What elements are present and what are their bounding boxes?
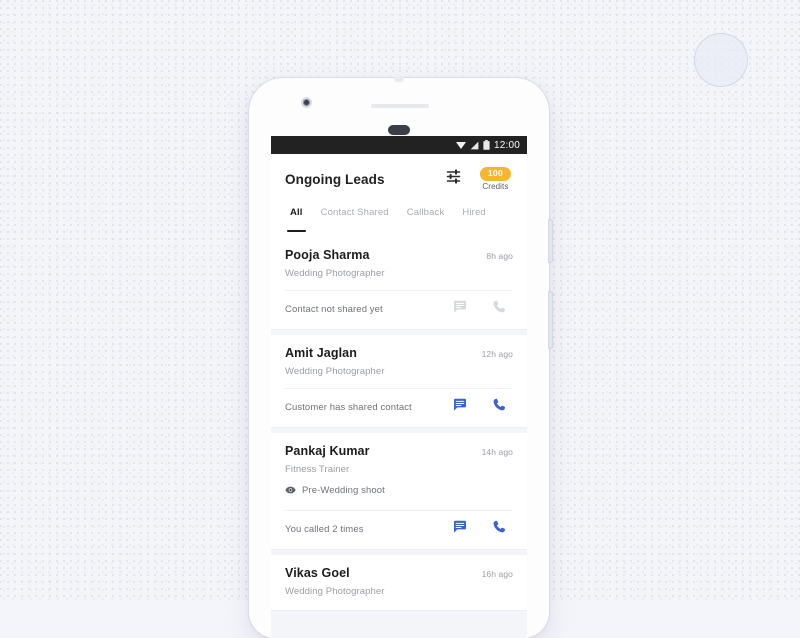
app-bar: Ongoing Leads 100 Credits [271, 154, 527, 204]
lead-role: Wedding Photographer [285, 586, 385, 597]
chat-bubble-icon [453, 520, 467, 539]
tab-all-label: All [290, 207, 303, 218]
lead-name: Pooja Sharma [285, 248, 370, 262]
phone-call-icon [493, 300, 507, 319]
lead-timestamp: 12h ago [481, 349, 513, 359]
lead-role: Wedding Photographer [285, 366, 385, 377]
decorative-circle [694, 33, 748, 87]
signal-icon [470, 141, 479, 150]
chat-button[interactable] [447, 398, 473, 417]
chat-bubble-icon [453, 300, 467, 319]
tab-callback-label: Callback [406, 207, 445, 218]
chat-button[interactable] [447, 300, 473, 319]
lead-role: Wedding Photographer [285, 268, 385, 279]
lead-action-row: You called 2 times [285, 510, 513, 549]
front-camera-icon [301, 97, 312, 108]
phone-device-frame: 12:00 Ongoing Leads 100 Credits All Cont… [249, 77, 552, 638]
lead-status-text: Contact not shared yet [285, 304, 383, 315]
phone-call-icon [493, 520, 507, 539]
power-button[interactable] [549, 220, 552, 262]
lead-name: Pankaj Kumar [285, 444, 370, 458]
lead-timestamp: 16h ago [481, 569, 513, 579]
call-button[interactable] [487, 398, 513, 417]
chat-button[interactable] [447, 520, 473, 539]
eye-icon [285, 481, 296, 499]
lead-action-row: Customer has shared contact [285, 388, 513, 427]
tab-contact-shared-label: Contact Shared [320, 207, 389, 218]
lead-list[interactable]: Pooja Sharma 8h ago Wedding Photographer… [271, 237, 527, 638]
lead-timestamp: 8h ago [486, 251, 513, 261]
credits-label: Credits [482, 181, 509, 191]
lead-header: Pooja Sharma 8h ago [285, 248, 513, 262]
tab-bar: All Contact Shared Callback Hired [271, 204, 527, 237]
lead-card[interactable]: Pooja Sharma 8h ago Wedding Photographer… [271, 237, 527, 330]
lead-header: Vikas Goel 16h ago [285, 566, 513, 580]
tab-all[interactable]: All [281, 204, 312, 237]
call-button[interactable] [487, 300, 513, 319]
wifi-icon [455, 141, 466, 150]
filter-button[interactable] [442, 166, 468, 192]
tab-contact-shared[interactable]: Contact Shared [312, 204, 398, 237]
lead-tag: Pre-Wedding shoot [285, 481, 513, 499]
proximity-sensor-icon [388, 125, 410, 135]
tab-callback[interactable]: Callback [398, 204, 454, 237]
phone-call-icon [493, 398, 507, 417]
lead-card[interactable]: Vikas Goel 16h ago Wedding Photographer [271, 555, 527, 611]
chat-bubble-icon [453, 398, 467, 417]
lead-timestamp: 14h ago [481, 447, 513, 457]
volume-button[interactable] [549, 292, 552, 348]
lead-header: Amit Jaglan 12h ago [285, 346, 513, 360]
credits-button[interactable]: 100 Credits [479, 167, 511, 191]
tab-hired-label: Hired [462, 207, 486, 218]
credits-count-badge: 100 [479, 167, 511, 181]
top-sensor-nub [394, 77, 404, 82]
tune-filter-icon [446, 168, 463, 190]
lead-status-text: Customer has shared contact [285, 402, 412, 413]
earpiece-speaker-icon [371, 104, 429, 108]
battery-icon [483, 140, 490, 150]
lead-name: Vikas Goel [285, 566, 350, 580]
phone-screen: 12:00 Ongoing Leads 100 Credits All Cont… [271, 136, 527, 638]
lead-card[interactable]: Pankaj Kumar 14h ago Fitness Trainer Pre… [271, 433, 527, 550]
lead-name: Amit Jaglan [285, 346, 357, 360]
lead-action-row: Contact not shared yet [285, 290, 513, 329]
call-button[interactable] [487, 520, 513, 539]
lead-role: Fitness Trainer [285, 464, 350, 475]
tab-hired[interactable]: Hired [453, 204, 494, 237]
lead-card[interactable]: Amit Jaglan 12h ago Wedding Photographer… [271, 335, 527, 428]
status-bar: 12:00 [271, 136, 527, 154]
lead-status-text: You called 2 times [285, 524, 364, 535]
lead-header: Pankaj Kumar 14h ago [285, 444, 513, 458]
lead-tag-label: Pre-Wedding shoot [302, 484, 385, 496]
status-bar-clock: 12:00 [493, 139, 520, 151]
page-title: Ongoing Leads [285, 171, 385, 187]
